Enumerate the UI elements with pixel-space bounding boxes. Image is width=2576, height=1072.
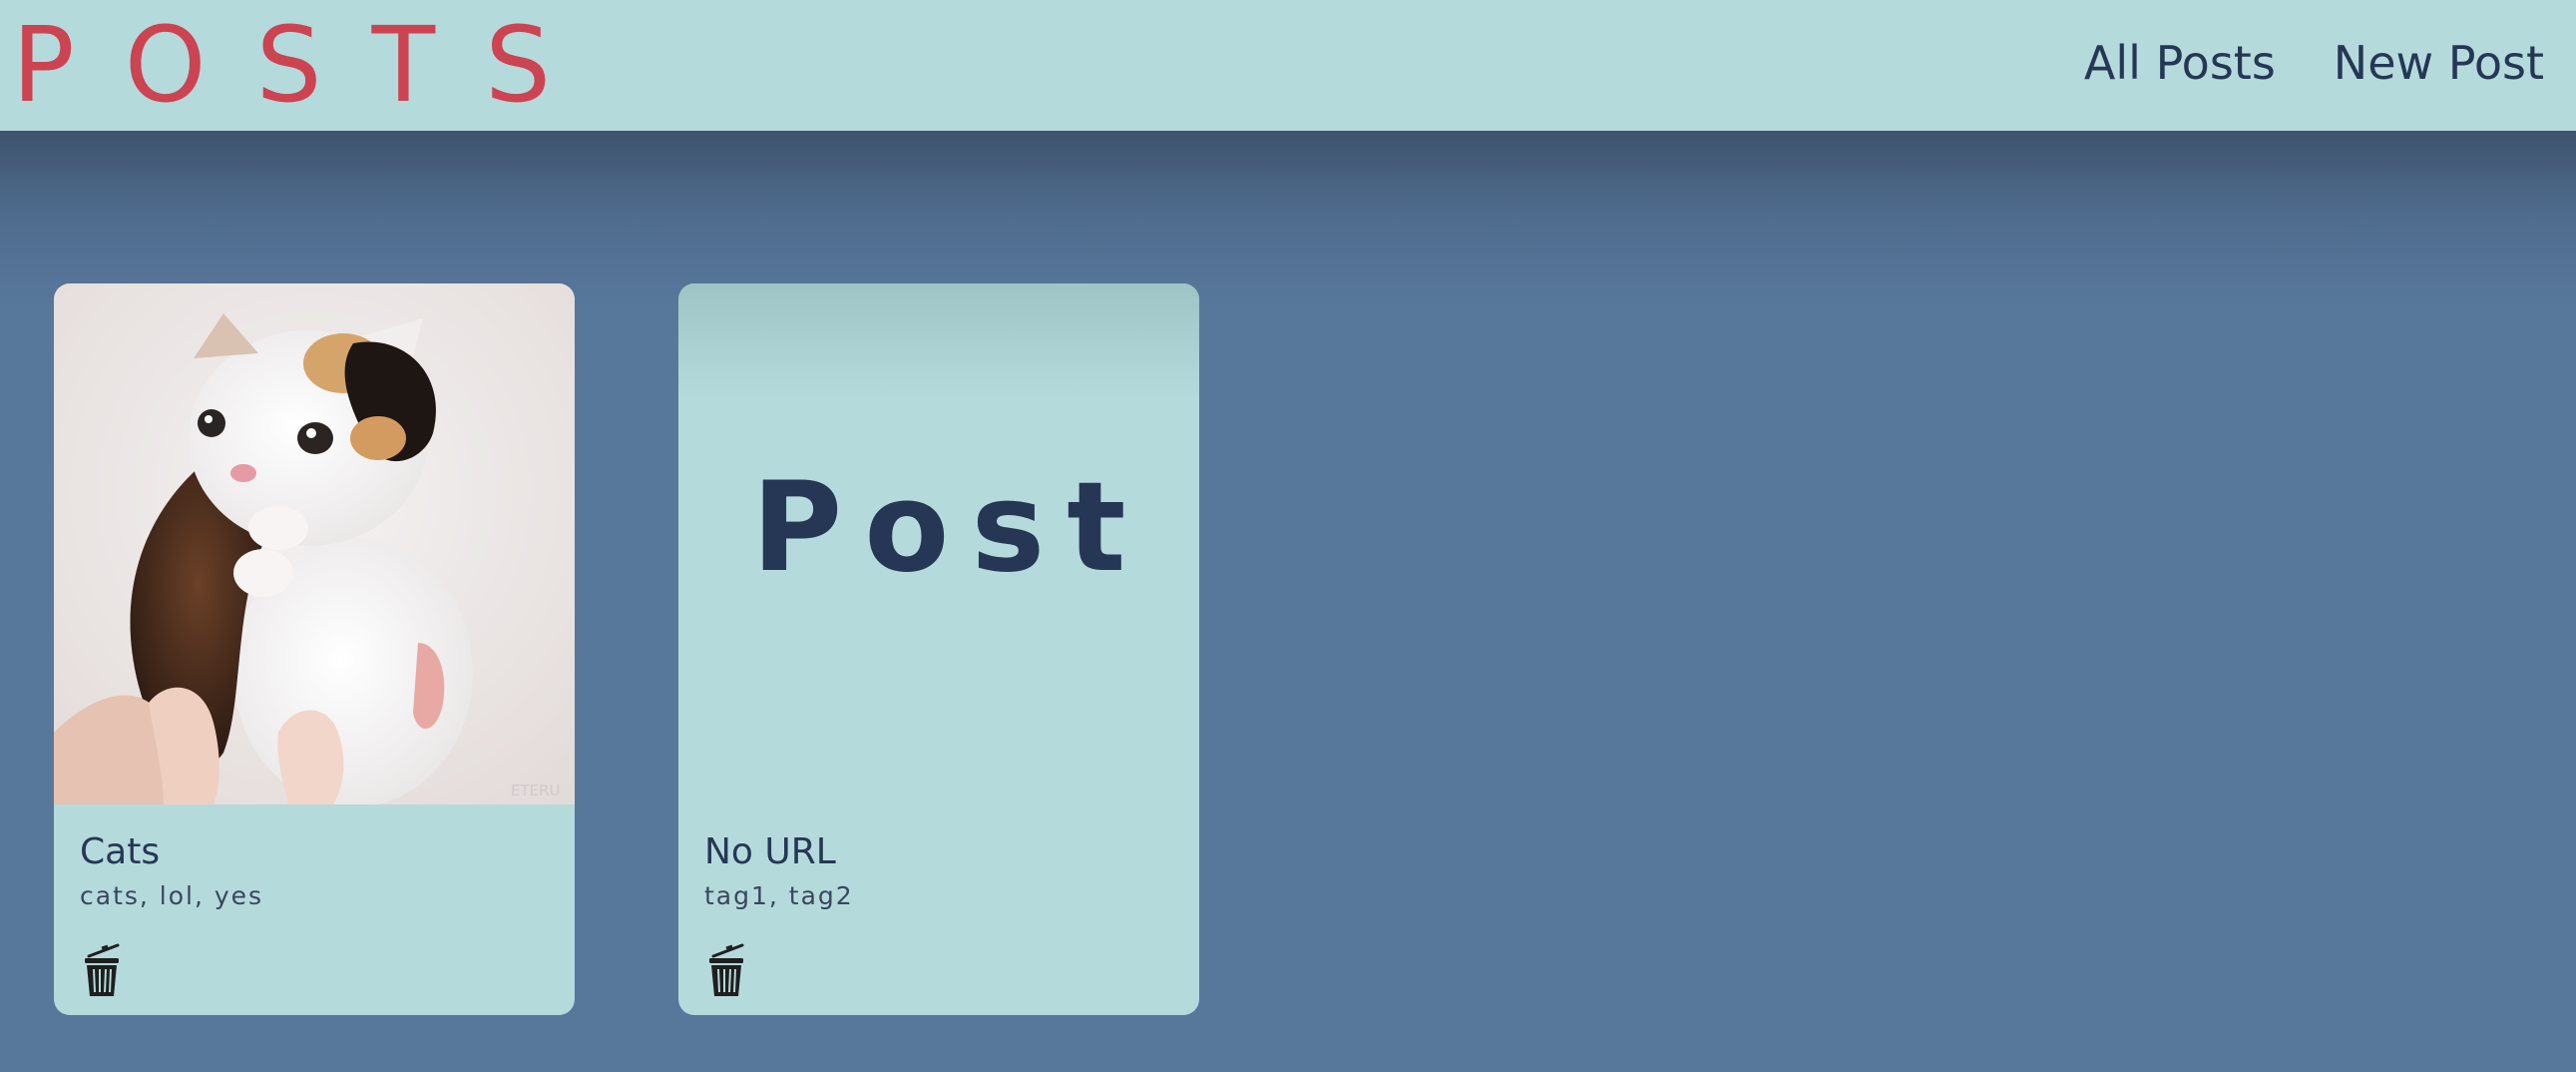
nav-new-post-link[interactable]: New Post [2334, 28, 2544, 98]
top-header: POSTS All Posts New Post [0, 0, 2576, 131]
trash-can-icon[interactable] [80, 942, 124, 998]
post-tags: cats, lol, yes [80, 881, 264, 910]
site-logo[interactable]: POSTS [12, 10, 601, 120]
post-card[interactable]: Post No URL tag1, tag2 [678, 283, 1199, 1015]
post-title[interactable]: No URL [704, 830, 836, 874]
post-title[interactable]: Cats [80, 830, 160, 874]
post-placeholder[interactable]: Post [678, 283, 1199, 804]
post-card[interactable]: ETERU Cats cats, lol, yes [54, 283, 575, 1015]
trash-can-icon[interactable] [704, 942, 748, 998]
post-image[interactable]: ETERU [54, 283, 575, 804]
watermark-text: ETERU [511, 782, 561, 800]
post-tags: tag1, tag2 [704, 881, 854, 910]
main-nav: All Posts New Post [2084, 28, 2544, 98]
placeholder-label: Post [751, 456, 1148, 600]
nav-all-posts-link[interactable]: All Posts [2084, 28, 2276, 98]
